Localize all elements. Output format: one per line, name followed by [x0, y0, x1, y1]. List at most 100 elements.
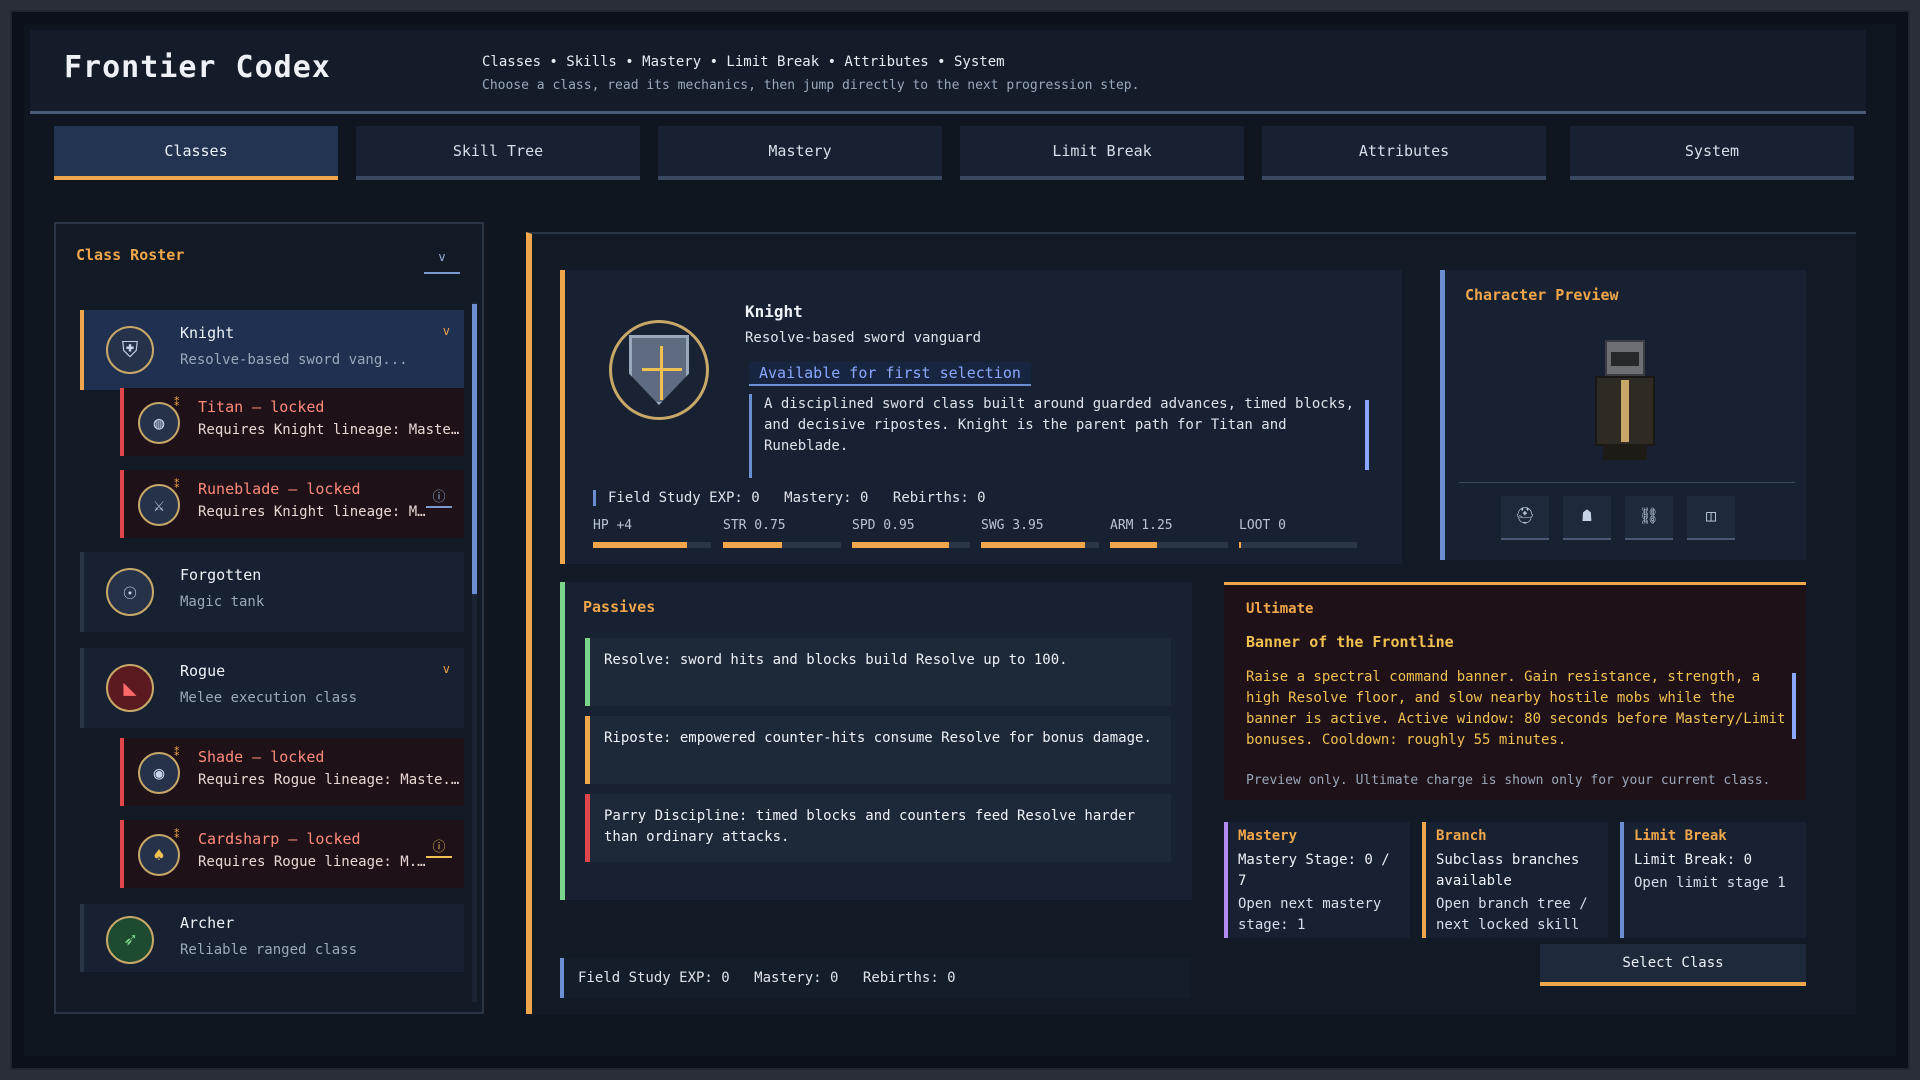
lock-icon: ⁑ [174, 746, 180, 759]
ultimate-note: Preview only. Ultimate charge is shown o… [1246, 773, 1771, 788]
limit-break-value: Limit Break: 0 [1634, 852, 1753, 868]
roster-item-titan[interactable]: ◍ ⁑ Titan — locked Requires Knight linea… [120, 388, 464, 456]
app-title: Frontier Codex [64, 50, 331, 85]
stat-spd: SPD 0.95 [852, 518, 970, 552]
roster-item-desc: Melee execution class [180, 690, 358, 706]
field-study-exp: Field Study EXP: 0 [578, 970, 730, 986]
chestplate-slot-icon[interactable]: ☗ [1563, 496, 1611, 540]
passives-panel: Passives Resolve: sword hits and blocks … [560, 582, 1192, 900]
roster-item-knight[interactable]: ⛨ Knight Resolve-based sword vang... v [80, 310, 464, 390]
stat-str: STR 0.75 [723, 518, 841, 552]
passives-title: Passives [583, 598, 656, 616]
class-tagline: Resolve-based sword vanguard [745, 330, 982, 346]
header-subtitle: Choose a class, read its mechanics, then… [482, 78, 1140, 93]
roster-item-rogue[interactable]: ◣ Rogue Melee execution class v [80, 648, 464, 728]
stat-swg: SWG 3.95 [981, 518, 1099, 552]
progress-stats: Field Study EXP: 0 Mastery: 0 Rebirths: … [593, 490, 1002, 506]
roster-item-desc: Requires Rogue lineage: Maste... [198, 772, 460, 788]
lock-icon: ⁑ [174, 396, 180, 409]
info-icon[interactable]: ⓘ [426, 486, 452, 508]
roster-item-name: Knight [180, 324, 235, 342]
divider [1459, 482, 1795, 483]
ultimate-scrollbar[interactable] [1792, 673, 1796, 739]
open-branch-link[interactable]: Open branch tree / next locked skill [1436, 894, 1598, 936]
roster-item-shade[interactable]: ◉ ⁑ Shade — locked Requires Rogue lineag… [120, 738, 464, 806]
class-name: Knight [745, 302, 803, 321]
character-model[interactable] [1583, 340, 1667, 460]
roster-scrollbar[interactable] [472, 304, 477, 594]
stat-bars: HP +4 STR 0.75 SPD 0.95 SWG 3.95 ARM 1.2… [593, 518, 1373, 552]
roster-item-name: Runeblade — locked [198, 480, 361, 498]
tab-attributes[interactable]: Attributes [1262, 126, 1546, 180]
roster-item-desc: Reliable ranged class [180, 942, 358, 958]
mastery-stage: Mastery Stage: 0 / 7 [1238, 852, 1390, 889]
boots-slot-icon[interactable]: ◫ [1687, 496, 1735, 540]
mastery-count: Mastery: 0 [754, 970, 839, 986]
chevron-down-icon[interactable]: v [443, 662, 450, 676]
branch-title: Branch [1436, 828, 1487, 844]
roster-item-desc: Requires Knight lineage: Maste... [198, 422, 460, 438]
select-class-button[interactable]: Select Class [1540, 944, 1806, 986]
tab-mastery[interactable]: Mastery [658, 126, 942, 180]
breadcrumb: Classes • Skills • Mastery • Limit Break… [482, 54, 1005, 70]
limit-break-title: Limit Break [1634, 828, 1727, 844]
footer-stats: Field Study EXP: 0 Mastery: 0 Rebirths: … [560, 958, 1190, 998]
roster-item-name: Archer [180, 914, 235, 932]
stat-hp: HP +4 [593, 518, 711, 552]
leggings-slot-icon[interactable]: ⛓ [1625, 496, 1673, 540]
class-roster-panel: Class Roster v ⛨ Knight Resolve-based sw… [54, 222, 484, 1014]
roster-item-desc: Resolve-based sword vang... [180, 352, 408, 368]
knight-shield-icon: ⛨ [106, 326, 154, 374]
rebirths-count: Rebirths: 0 [862, 970, 956, 986]
mastery-card[interactable]: Mastery Mastery Stage: 0 / 7 Open next m… [1224, 822, 1410, 938]
roster-item-desc: Requires Rogue lineage: M... [198, 854, 428, 870]
roster-item-desc: Magic tank [180, 594, 265, 610]
roster-item-name: Rogue [180, 662, 226, 680]
roster-item-archer[interactable]: ➶ Archer Reliable ranged class [80, 904, 464, 972]
roster-item-cardsharp[interactable]: ♠ ⁑ Cardsharp — locked Requires Rogue li… [120, 820, 464, 888]
chevron-down-icon[interactable]: v [443, 324, 450, 338]
passive-item: Parry Discipline: timed blocks and count… [585, 794, 1171, 862]
roster-item-runeblade[interactable]: ⚔ ⁑ Runeblade — locked Requires Knight l… [120, 470, 464, 538]
stat-loot: LOOT 0 [1239, 518, 1357, 552]
field-study-exp: Field Study EXP: 0 [608, 490, 760, 506]
branch-card[interactable]: Branch Subclass branches available Open … [1422, 822, 1608, 938]
branch-status: Subclass branches available [1436, 852, 1580, 889]
lock-icon: ⁑ [174, 478, 180, 491]
header: Frontier Codex Classes • Skills • Master… [30, 30, 1866, 114]
forgotten-icon: ☉ [106, 568, 154, 616]
roster-collapse-button[interactable]: v [424, 244, 460, 274]
availability-badge: Available for first selection [749, 362, 1031, 386]
character-preview-panel: Character Preview ⛑ ☗ ⛓ ◫ [1440, 270, 1806, 560]
tab-classes[interactable]: Classes [54, 126, 338, 180]
tab-system[interactable]: System [1570, 126, 1854, 180]
knight-emblem-icon [609, 320, 709, 420]
roster-title: Class Roster [76, 246, 185, 264]
roster-item-name: Shade — locked [198, 748, 325, 766]
passive-item: Resolve: sword hits and blocks build Res… [585, 638, 1171, 706]
roster-item-desc: Requires Knight lineage: M... [198, 504, 428, 520]
ultimate-panel: Ultimate Banner of the Frontline Raise a… [1224, 582, 1806, 800]
helmet-slot-icon[interactable]: ⛑ [1501, 496, 1549, 540]
preview-title: Character Preview [1465, 286, 1619, 304]
mastery-count: Mastery: 0 [784, 490, 869, 506]
class-description: A disciplined sword class built around g… [749, 394, 1369, 478]
ultimate-name: Banner of the Frontline [1246, 633, 1454, 651]
lock-icon: ⁑ [174, 828, 180, 841]
rebirths-count: Rebirths: 0 [892, 490, 986, 506]
tab-bar: Classes Skill Tree Mastery Limit Break A… [54, 126, 1854, 180]
passive-item: Riposte: empowered counter-hits consume … [585, 716, 1171, 784]
stat-arm: ARM 1.25 [1110, 518, 1228, 552]
info-icon[interactable]: ⓘ [426, 836, 452, 858]
limit-break-card[interactable]: Limit Break Limit Break: 0 Open limit st… [1620, 822, 1806, 938]
roster-item-name: Cardsharp — locked [198, 830, 361, 848]
mastery-title: Mastery [1238, 828, 1298, 844]
shield-icon [629, 335, 689, 405]
open-mastery-link[interactable]: Open next mastery stage: 1 [1238, 894, 1400, 936]
description-scrollbar[interactable] [1365, 400, 1369, 470]
tab-skill-tree[interactable]: Skill Tree [356, 126, 640, 180]
tab-limit-break[interactable]: Limit Break [960, 126, 1244, 180]
open-limit-link[interactable]: Open limit stage 1 [1634, 873, 1796, 894]
class-summary-card: Knight Resolve-based sword vanguard Avai… [560, 270, 1402, 564]
roster-item-forgotten[interactable]: ☉ Forgotten Magic tank [80, 552, 464, 632]
